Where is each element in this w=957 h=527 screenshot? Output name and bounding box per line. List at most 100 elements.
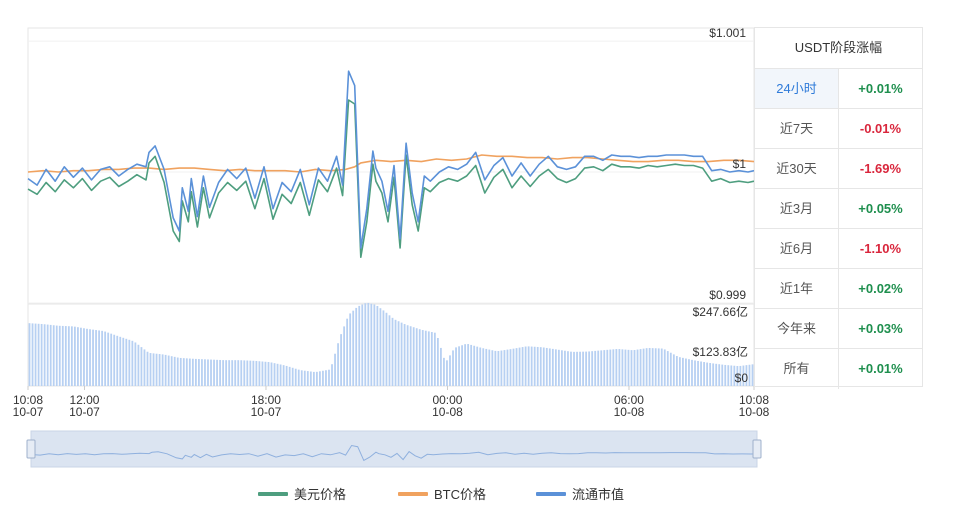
volume-bar (312, 371, 315, 386)
period-value: +0.01% (858, 361, 903, 376)
volume-bar (557, 349, 560, 386)
volume-bar (657, 348, 660, 386)
volume-bar (458, 346, 460, 386)
volume-bar (573, 351, 575, 386)
volume-bar (551, 348, 554, 386)
volume-bar (306, 371, 309, 386)
period-row[interactable]: 近6月 -1.10% (755, 229, 922, 269)
volume-bar (397, 321, 400, 386)
period-value: +0.03% (858, 321, 903, 336)
volume-bar (591, 351, 594, 386)
volume-bar (107, 332, 110, 386)
volume-bar (709, 363, 712, 386)
volume-bar (539, 347, 542, 386)
zoom-handle-right[interactable] (752, 439, 762, 459)
period-label[interactable]: 近6月 (755, 229, 839, 268)
legend-item-usd-price[interactable]: 美元价格 (258, 484, 346, 503)
volume-bar (406, 325, 409, 386)
volume-bar (207, 359, 209, 386)
volume-bar (597, 350, 600, 386)
period-label[interactable]: 24小时 (755, 69, 839, 108)
volume-bar (588, 351, 591, 386)
volume-bar (143, 349, 146, 386)
volume-bar (379, 308, 382, 386)
volume-bar (415, 328, 418, 386)
volume-bar (452, 350, 454, 386)
period-label[interactable]: 近30天 (755, 149, 839, 188)
volume-bar (675, 356, 678, 386)
volume-bar (485, 348, 488, 386)
volume-bar (201, 359, 203, 386)
period-label[interactable]: 近3月 (755, 189, 839, 228)
period-label[interactable]: 近7天 (755, 109, 839, 148)
volume-bar (645, 348, 648, 386)
volume-bar (249, 360, 252, 386)
volume-bar (506, 349, 509, 386)
volume-bar (685, 358, 687, 386)
volume-bar (639, 349, 642, 386)
zoom-handle-left[interactable] (26, 439, 36, 459)
legend-item-market-cap[interactable]: 流通市值 (536, 484, 624, 503)
volume-bar (49, 324, 52, 386)
volume-bar (31, 323, 34, 386)
volume-bar (440, 347, 442, 386)
volume-bar (86, 328, 88, 386)
period-row[interactable]: 24小时 +0.01% (755, 69, 922, 109)
volume-bar (113, 334, 116, 386)
volume-bar (403, 324, 406, 386)
volume-bar (70, 326, 73, 386)
volume-bar (412, 327, 415, 386)
volume-bar (694, 360, 696, 386)
period-label[interactable]: 今年来 (755, 309, 839, 348)
volume-axis-label: $247.66亿 (693, 304, 748, 319)
volume-bar (615, 349, 618, 386)
volume-bar (355, 307, 358, 386)
volume-bar (370, 303, 373, 386)
volume-bar (570, 351, 572, 386)
legend-label: 流通市值 (572, 487, 625, 502)
volume-bar (718, 364, 721, 386)
volume-bar (418, 329, 421, 386)
volume-bar (122, 337, 125, 386)
volume-bar (46, 324, 49, 386)
volume-bar (618, 349, 621, 386)
legend-swatch-btc-price (398, 491, 428, 496)
volume-bar (173, 356, 176, 386)
volume-bar (721, 364, 724, 386)
volume-bar (494, 350, 497, 386)
volume-bar (146, 351, 149, 386)
price-axis-label: $0.999 (709, 288, 746, 302)
period-row[interactable]: 近1年 +0.02% (755, 269, 922, 309)
volume-bar (491, 350, 494, 386)
period-row[interactable]: 近7天 -0.01% (755, 109, 922, 149)
volume-bar (64, 326, 67, 386)
volume-bar (385, 312, 388, 386)
volume-bar (319, 371, 321, 386)
zoom-slider[interactable] (26, 430, 762, 468)
volume-bar (334, 353, 336, 386)
period-row[interactable]: 所有 +0.01% (755, 349, 922, 389)
volume-bar (527, 346, 530, 386)
period-row[interactable]: 近30天 -1.69% (755, 149, 922, 189)
volume-bar (104, 331, 107, 386)
volume-bar (564, 350, 566, 386)
volume-bar (95, 330, 97, 386)
volume-bar (282, 365, 285, 386)
period-label[interactable]: 近1年 (755, 269, 839, 308)
volume-bar (533, 346, 536, 386)
volume-bar (433, 332, 436, 386)
volume-bar (367, 302, 370, 386)
period-value: +0.02% (858, 281, 903, 296)
x-tick-date: 10-07 (69, 405, 100, 419)
period-row[interactable]: 今年来 +0.03% (755, 309, 922, 349)
period-row[interactable]: 近3月 +0.05% (755, 189, 922, 229)
volume-bar (243, 360, 246, 386)
volume-bar (600, 350, 603, 386)
volume-bar (376, 305, 379, 386)
period-label[interactable]: 所有 (755, 349, 839, 389)
volume-bar (188, 358, 191, 386)
legend-item-btc-price[interactable]: BTC价格 (398, 484, 486, 503)
volume-bar (273, 363, 276, 386)
volume-bar (364, 303, 367, 386)
period-table-title: USDT阶段涨幅 (755, 28, 922, 69)
